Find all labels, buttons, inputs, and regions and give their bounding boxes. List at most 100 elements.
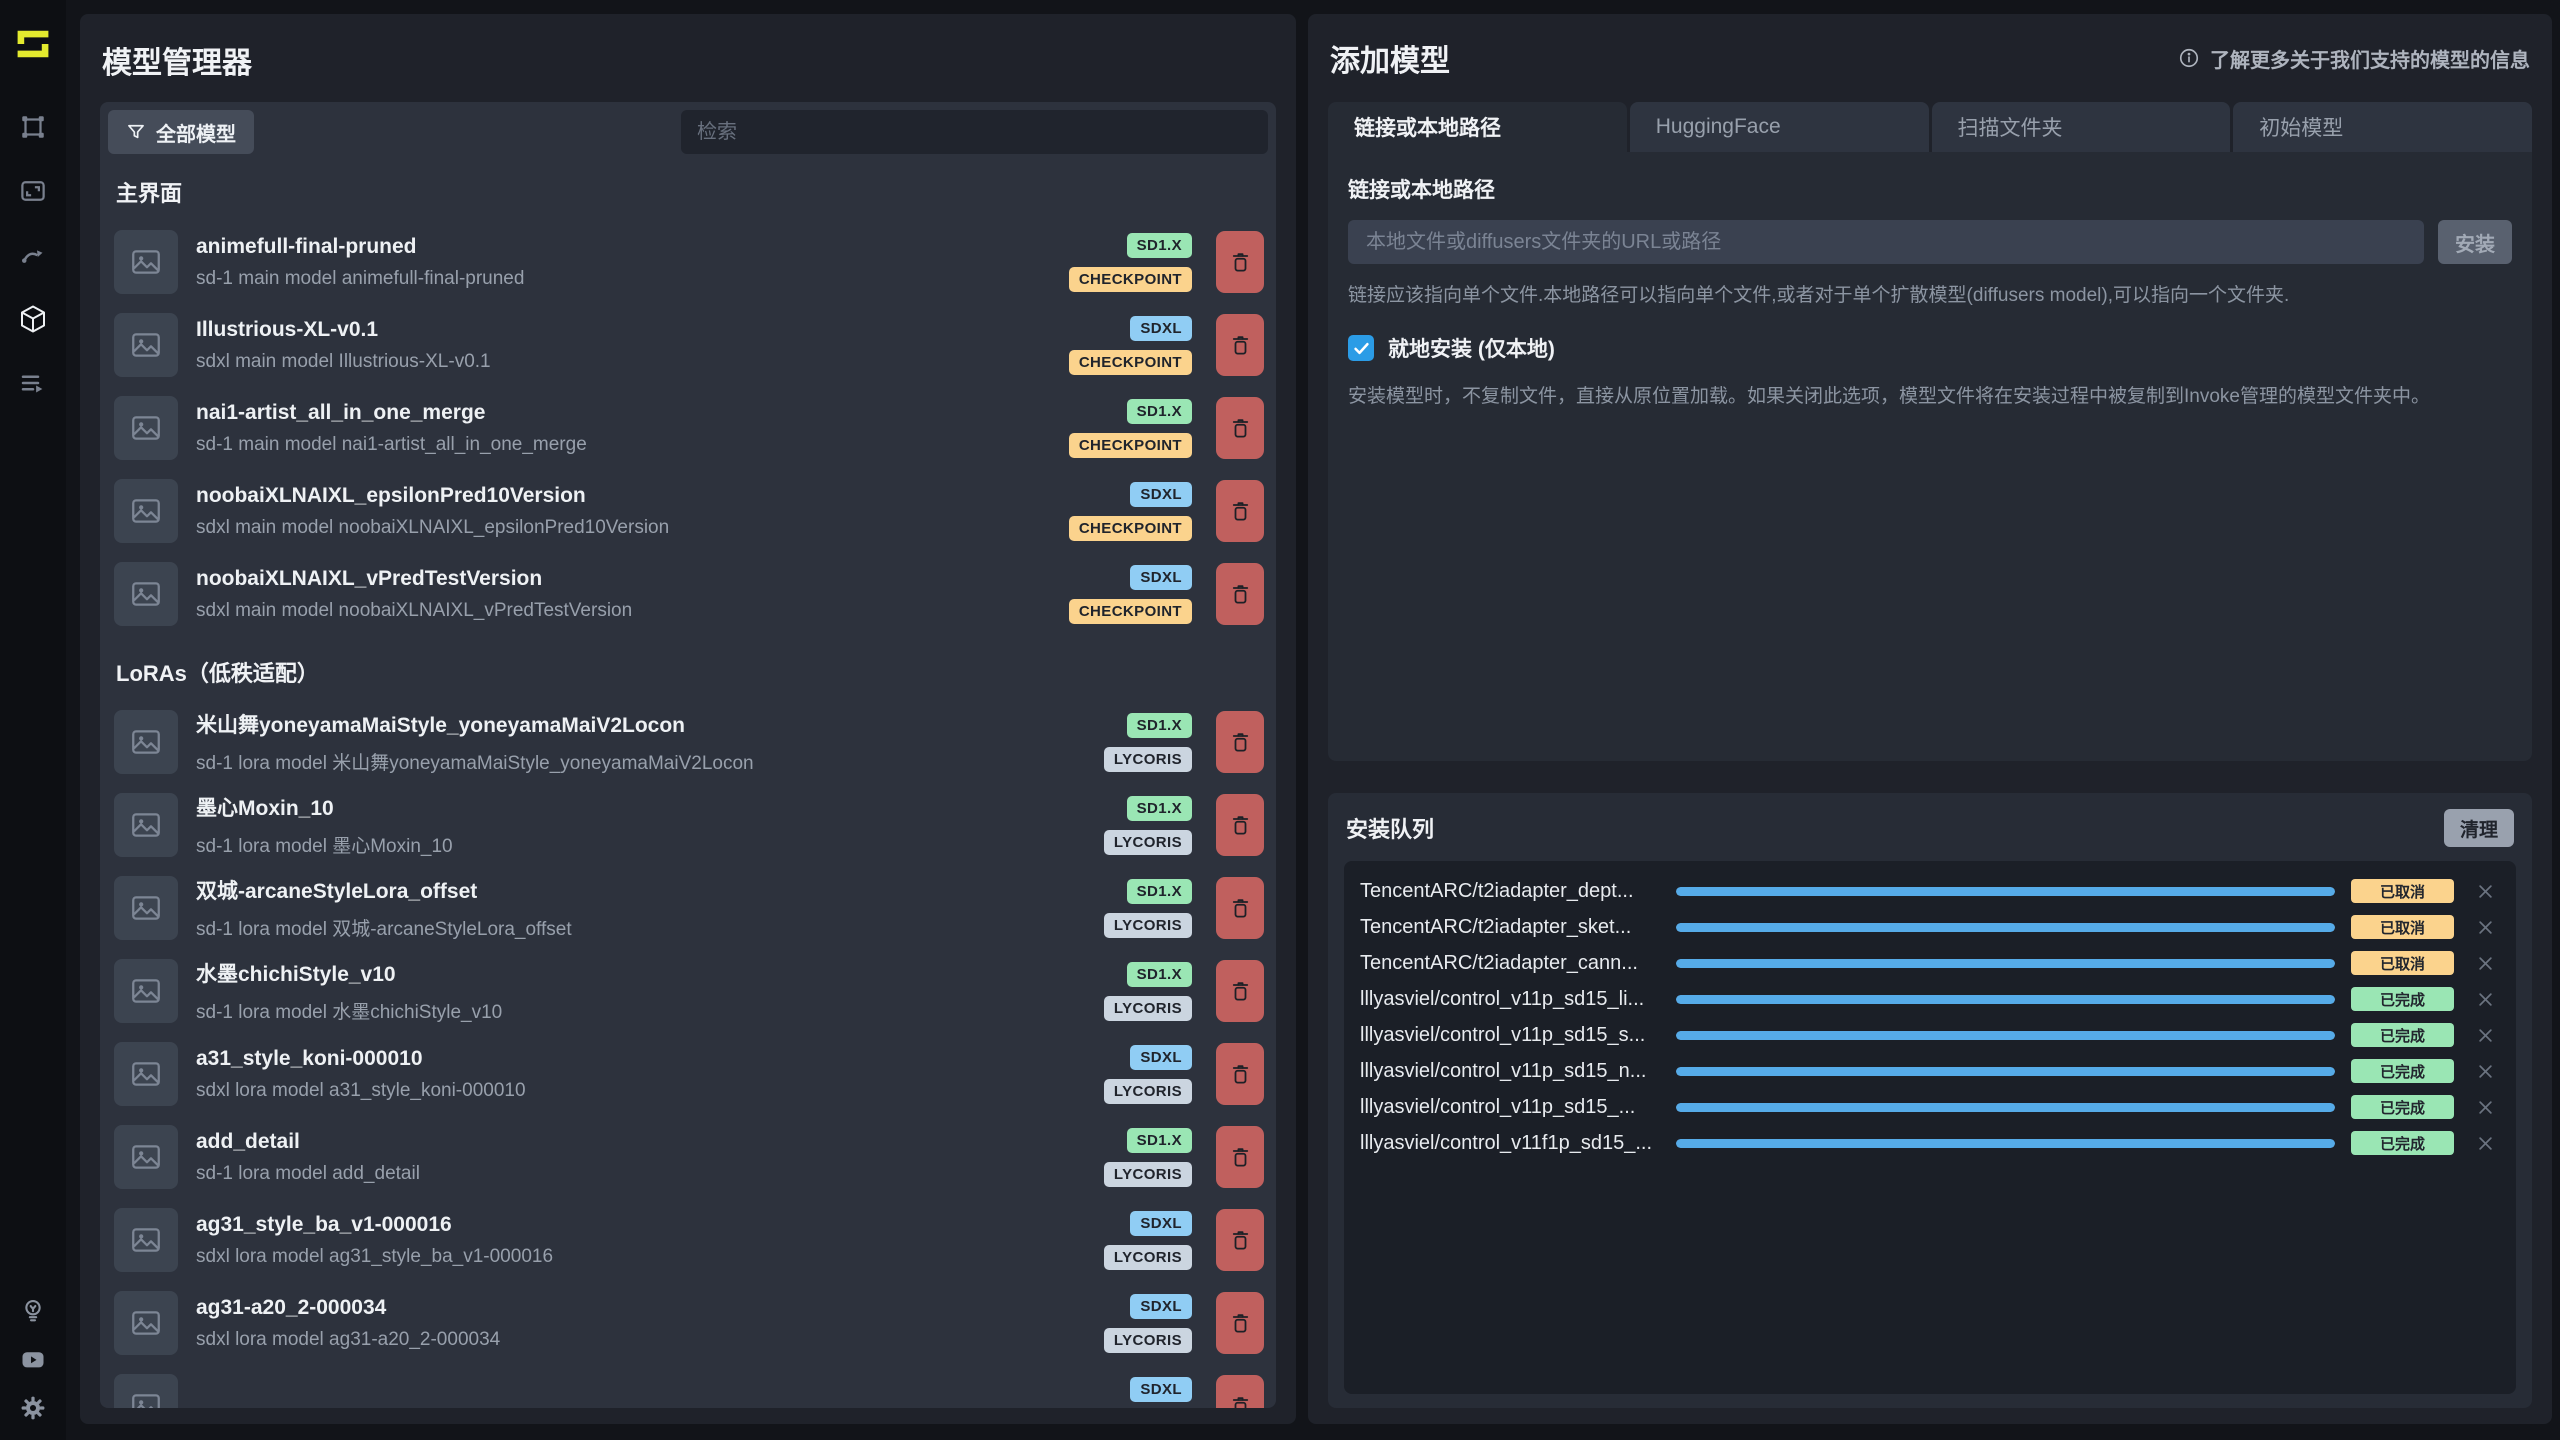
workflows-tab-icon[interactable]	[18, 240, 48, 270]
local-path-tab-panel: 链接或本地路径 安装 链接应该指向单个文件.本地路径可以指向单个文件,或者对于单…	[1328, 152, 2532, 761]
model-row[interactable]: add_detail sd-1 lora model add_detail SD…	[108, 1117, 1268, 1197]
queue-status-badge: 已完成	[2351, 1023, 2454, 1047]
queue-row: lllyasviel/control_v11p_sd15_li... 已完成	[1360, 981, 2500, 1017]
add-model-tab[interactable]: HuggingFace	[1630, 102, 1929, 152]
model-url-input[interactable]	[1348, 220, 2424, 264]
delete-model-button[interactable]	[1216, 711, 1264, 773]
queue-row: lllyasviel/control_v11p_sd15_s... 已完成	[1360, 1017, 2500, 1053]
model-search-input[interactable]	[681, 110, 1268, 154]
model-row[interactable]: noobaiXLNAIXL_vPredTestVersion sdxl main…	[108, 554, 1268, 634]
queue-close-icon[interactable]	[2470, 1100, 2500, 1115]
queue-progress-bar	[1676, 995, 2335, 1004]
delete-model-button[interactable]	[1216, 397, 1264, 459]
delete-model-button[interactable]	[1216, 314, 1264, 376]
queue-close-icon[interactable]	[2470, 1028, 2500, 1043]
model-format-badge: LYCORIS	[1104, 1079, 1192, 1104]
queue-item-name: TencentARC/t2iadapter_cann...	[1360, 952, 1660, 975]
delete-model-button[interactable]	[1216, 1375, 1264, 1408]
model-filter-button[interactable]: 全部模型	[108, 110, 254, 154]
model-row[interactable]: 墨心Moxin_10 sd-1 lora model 墨心Moxin_10 SD…	[108, 785, 1268, 865]
model-format-badge: CHECKPOINT	[1069, 599, 1192, 624]
learn-more-link[interactable]: 了解更多关于我们支持的模型的信息	[2178, 44, 2530, 73]
queue-status-badge: 已完成	[2351, 1059, 2454, 1083]
model-description: sdxl lora model ag31-a20_2-000034	[196, 1329, 1086, 1351]
model-description: sd-1 lora model 墨心Moxin_10	[196, 831, 1086, 858]
model-base-badge: SDXL	[1130, 1294, 1192, 1319]
add-model-tab[interactable]: 链接或本地路径	[1328, 102, 1627, 152]
model-row[interactable]: 双城-arcaneStyleLora_offset sd-1 lora mode…	[108, 868, 1268, 948]
queue-row: lllyasviel/control_v11p_sd15_n... 已完成	[1360, 1053, 2500, 1089]
delete-model-button[interactable]	[1216, 877, 1264, 939]
add-model-tab[interactable]: 扫描文件夹	[1932, 102, 2231, 152]
queue-close-icon[interactable]	[2470, 956, 2500, 971]
model-description: sdxl main model noobaiXLNAIXL_vPredTestV…	[196, 600, 1051, 622]
learn-more-label: 了解更多关于我们支持的模型的信息	[2210, 44, 2530, 73]
queue-item-name: lllyasviel/control_v11p_sd15_n...	[1360, 1060, 1660, 1083]
model-format-badge: CHECKPOINT	[1069, 267, 1192, 292]
queue-status-badge: 已取消	[2351, 951, 2454, 975]
model-row[interactable]: ag31-a20_2-000034 sdxl lora model ag31-a…	[108, 1283, 1268, 1363]
model-format-badge: LYCORIS	[1104, 830, 1192, 855]
queue-row: lllyasviel/control_v11p_sd15_... 已完成	[1360, 1089, 2500, 1125]
funnel-icon	[126, 122, 146, 142]
inplace-install-description: 安装模型时，不复制文件，直接从原位置加载。如果关闭此选项，模型文件将在安装过程中…	[1348, 381, 2512, 408]
inplace-install-checkbox[interactable]	[1348, 335, 1374, 361]
model-manager-panel: 模型管理器 全部模型 主界面	[80, 14, 1296, 1424]
queue-close-icon[interactable]	[2470, 920, 2500, 935]
queue-close-icon[interactable]	[2470, 992, 2500, 1007]
model-row[interactable]: noobaiXLNAIXL_epsilonPred10Version sdxl …	[108, 471, 1268, 551]
notifications-icon[interactable]	[19, 1296, 47, 1324]
queue-close-icon[interactable]	[2470, 1064, 2500, 1079]
delete-model-button[interactable]	[1216, 563, 1264, 625]
queue-progress-bar	[1676, 1031, 2335, 1040]
clear-queue-button[interactable]: 清理	[2444, 809, 2514, 847]
url-field-label: 链接或本地路径	[1348, 174, 2512, 204]
model-row[interactable]: animefull-final-pruned sd-1 main model a…	[108, 222, 1268, 302]
viewer-tab-icon[interactable]	[18, 176, 48, 206]
queue-status-badge: 已取消	[2351, 915, 2454, 939]
model-description: sd-1 lora model 水墨chichiStyle_v10	[196, 997, 1086, 1024]
model-description: sd-1 main model nai1-artist_all_in_one_m…	[196, 434, 1051, 456]
delete-model-button[interactable]	[1216, 231, 1264, 293]
queue-close-icon[interactable]	[2470, 1136, 2500, 1151]
delete-model-button[interactable]	[1216, 1292, 1264, 1354]
queue-tab-icon[interactable]	[18, 368, 48, 398]
models-tab-icon[interactable]	[18, 304, 48, 334]
model-thumbnail	[114, 313, 178, 377]
model-row[interactable]: a31_style_koni-000010 sdxl lora model a3…	[108, 1034, 1268, 1114]
model-thumbnail	[114, 1125, 178, 1189]
add-model-tab[interactable]: 初始模型	[2233, 102, 2532, 152]
delete-model-button[interactable]	[1216, 960, 1264, 1022]
queue-status-badge: 已完成	[2351, 1095, 2454, 1119]
model-description: sd-1 lora model 米山舞yoneyamaMaiStyle_yone…	[196, 748, 1086, 775]
add-model-tabs: 链接或本地路径HuggingFace扫描文件夹初始模型	[1328, 102, 2532, 152]
model-thumbnail	[114, 396, 178, 460]
video-tutorials-icon[interactable]	[19, 1345, 47, 1373]
model-row[interactable]: nai1-artist_all_in_one_merge sd-1 main m…	[108, 388, 1268, 468]
canvas-tab-icon[interactable]	[18, 112, 48, 142]
queue-row: TencentARC/t2iadapter_sket... 已取消	[1360, 909, 2500, 945]
model-row[interactable]: ag31_style_ba_v1-000016 sdxl lora model …	[108, 1200, 1268, 1280]
model-description: sdxl lora model ag31_style_ba_v1-000016	[196, 1246, 1086, 1268]
model-base-badge: SD1.X	[1127, 879, 1192, 904]
install-button[interactable]: 安装	[2438, 220, 2512, 264]
delete-model-button[interactable]	[1216, 1209, 1264, 1271]
delete-model-button[interactable]	[1216, 1126, 1264, 1188]
model-thumbnail	[114, 230, 178, 294]
model-thumbnail	[114, 479, 178, 543]
model-row[interactable]: Illustrious-XL-v0.1 sdxl main model Illu…	[108, 305, 1268, 385]
model-base-badge: SD1.X	[1127, 1128, 1192, 1153]
model-row[interactable]: 米山舞yoneyamaMaiStyle_yoneyamaMaiV2Locon s…	[108, 702, 1268, 782]
model-row[interactable]: SDXL LYCORIS	[108, 1366, 1268, 1408]
model-row[interactable]: 水墨chichiStyle_v10 sd-1 lora model 水墨chic…	[108, 951, 1268, 1031]
model-name: noobaiXLNAIXL_epsilonPred10Version	[196, 484, 1051, 508]
model-thumbnail	[114, 1208, 178, 1272]
delete-model-button[interactable]	[1216, 794, 1264, 856]
delete-model-button[interactable]	[1216, 480, 1264, 542]
queue-row: lllyasviel/control_v11f1p_sd15_... 已完成	[1360, 1125, 2500, 1161]
delete-model-button[interactable]	[1216, 1043, 1264, 1105]
queue-close-icon[interactable]	[2470, 884, 2500, 899]
invoke-logo-icon[interactable]	[11, 22, 55, 66]
model-format-badge: LYCORIS	[1104, 747, 1192, 772]
settings-icon[interactable]	[19, 1394, 47, 1422]
